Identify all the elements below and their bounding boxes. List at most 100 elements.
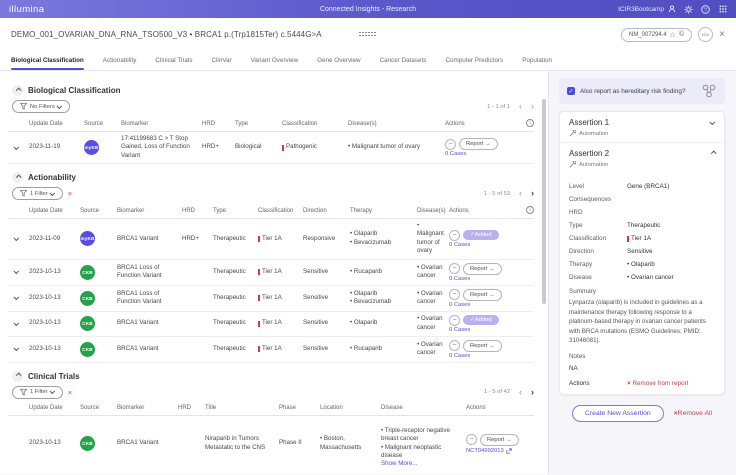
copy-info-icon[interactable]: © xyxy=(679,31,684,38)
pedigree-icon xyxy=(701,84,717,98)
expand-row-icon[interactable] xyxy=(8,270,26,274)
hrd-value xyxy=(627,209,715,216)
clinical-trials-filter-chip[interactable]: 1 Filter xyxy=(12,386,63,399)
next-page-icon[interactable]: › xyxy=(531,102,534,111)
trial-id-link[interactable]: NCT04992013 xyxy=(466,448,534,454)
tab-clinvar[interactable]: ClinVar xyxy=(211,51,231,70)
apps-grid-icon[interactable] xyxy=(718,5,727,14)
expand-row-icon[interactable] xyxy=(8,296,26,300)
source-badge-ckb[interactable]: CKB xyxy=(80,316,95,331)
report-button[interactable]: Report xyxy=(463,263,502,275)
remove-row-button[interactable]: − xyxy=(449,340,460,351)
drag-handle[interactable] xyxy=(359,32,377,38)
prev-page-icon[interactable]: ‹ xyxy=(519,388,522,397)
cases-link[interactable]: 0 Cases xyxy=(445,151,519,157)
tab-cancer-datasets[interactable]: Cancer Datasets xyxy=(380,51,427,70)
report-button[interactable]: Report xyxy=(463,289,502,301)
remove-all-link[interactable]: Remove All xyxy=(674,410,712,417)
hrd-label: HRD xyxy=(569,209,627,216)
actions-label: Actions xyxy=(569,380,627,387)
collapse-biological-button[interactable] xyxy=(12,85,23,96)
tab-computer-predictors[interactable]: Computer Predictors xyxy=(445,51,503,70)
close-icon[interactable]: × xyxy=(719,30,725,40)
biological-filter-chip[interactable]: No Filters xyxy=(12,100,70,113)
expand-row-icon[interactable] xyxy=(8,146,26,150)
clear-filter-icon[interactable]: × xyxy=(68,189,72,198)
added-button[interactable]: Added xyxy=(463,315,499,325)
remove-row-button[interactable]: − xyxy=(449,230,460,241)
expand-row-icon[interactable] xyxy=(8,237,26,241)
assertion-1-header[interactable]: Assertion 1 Automation xyxy=(560,112,724,143)
filter-label: 1 Filter xyxy=(30,389,48,395)
source-badge-ckb[interactable]: CKB xyxy=(80,342,95,357)
biological-pagination: 1 - 1 of 1 xyxy=(487,104,510,110)
hereditary-question: Also report as hereditary risk finding? xyxy=(580,88,696,95)
added-button[interactable]: Added xyxy=(463,230,499,240)
settings-gear-icon[interactable] xyxy=(684,5,693,14)
igv-button[interactable]: IGV xyxy=(698,27,713,42)
help-icon[interactable]: ? xyxy=(701,5,710,14)
classification-severity-bar xyxy=(258,346,260,352)
transcript-pill[interactable]: NM_007294.4 ☆ © xyxy=(621,28,692,42)
classification-severity-bar xyxy=(258,321,260,327)
tab-gene-overview[interactable]: Gene Overview xyxy=(317,51,360,70)
direction-value: Sensitive xyxy=(627,248,715,255)
actionability-filter-chip[interactable]: 1 Filter xyxy=(12,187,63,200)
top-nav-bar: illumina Connected Insights - Research I… xyxy=(0,0,736,18)
source-badge-ckb[interactable]: CKB xyxy=(80,436,95,451)
show-more-link[interactable]: Show More... xyxy=(381,460,417,467)
assertion-2-header[interactable]: Assertion 2 Automation xyxy=(560,143,724,173)
remove-row-button[interactable]: − xyxy=(445,139,456,150)
hereditary-checkbox[interactable] xyxy=(567,87,575,95)
clear-filter-icon[interactable]: × xyxy=(68,388,72,397)
remove-from-report-link[interactable]: Remove from report xyxy=(627,380,715,387)
collapse-actionability-button[interactable] xyxy=(12,172,23,183)
assertion-1-tag: Automation xyxy=(579,131,608,137)
tab-biological-classification[interactable]: Biological Classification xyxy=(11,51,84,70)
therapy-value: • Olaparib xyxy=(627,261,715,268)
remove-row-button[interactable]: − xyxy=(466,434,477,445)
tab-population[interactable]: Population xyxy=(522,51,552,70)
next-page-icon[interactable]: › xyxy=(531,189,534,198)
source-badge-mykb[interactable]: myKB xyxy=(80,231,95,246)
collapse-clinical-trials-button[interactable] xyxy=(12,371,23,382)
report-button[interactable]: Report xyxy=(480,434,519,446)
report-button[interactable]: Report xyxy=(459,138,498,150)
hereditary-risk-box: Also report as hereditary risk finding? xyxy=(559,78,725,104)
notes-value: NA xyxy=(569,365,715,372)
prev-page-icon[interactable]: ‹ xyxy=(519,102,522,111)
cases-link[interactable]: 0 Cases xyxy=(449,276,519,282)
cases-link[interactable]: 0 Cases xyxy=(449,242,519,248)
tab-actionability[interactable]: Actionability xyxy=(103,51,137,70)
remove-row-button[interactable]: − xyxy=(449,263,460,274)
consequences-value xyxy=(627,196,715,203)
remove-row-button[interactable]: − xyxy=(449,315,460,326)
notes-label: Notes xyxy=(569,353,715,360)
biological-section-title: Biological Classification xyxy=(28,86,120,95)
classification-label: Classification xyxy=(569,235,627,242)
expand-row-icon[interactable] xyxy=(8,347,26,351)
remove-row-button[interactable]: − xyxy=(449,289,460,300)
next-page-icon[interactable]: › xyxy=(531,388,534,397)
source-badge-ckb[interactable]: CKB xyxy=(80,265,95,280)
prev-page-icon[interactable]: ‹ xyxy=(519,189,522,198)
actionability-pagination: 1 - 5 of 53 xyxy=(484,191,510,197)
info-icon[interactable]: i xyxy=(526,119,534,127)
info-icon[interactable]: i xyxy=(526,206,534,214)
account-menu[interactable]: ICIR3Bootcamp xyxy=(618,5,676,14)
tab-clinical-trials[interactable]: Clinical Trials xyxy=(155,51,192,70)
source-badge-mykb[interactable]: myKB xyxy=(84,140,99,155)
cases-link[interactable]: 0 Cases xyxy=(449,353,519,359)
cases-link[interactable]: 0 Cases xyxy=(449,302,519,308)
expand-row-icon[interactable] xyxy=(8,322,26,326)
type-label: Type xyxy=(569,222,627,229)
assertion-1-title: Assertion 1 xyxy=(569,118,715,127)
create-new-assertion-button[interactable]: Create New Assertion xyxy=(572,405,664,422)
source-badge-ckb[interactable]: CKB xyxy=(80,291,95,306)
report-button[interactable]: Report xyxy=(463,340,502,352)
cases-link[interactable]: 0 Cases xyxy=(449,327,519,333)
star-icon[interactable]: ☆ xyxy=(670,31,676,39)
filter-label: No Filters xyxy=(30,104,55,110)
vertical-scrollbar[interactable] xyxy=(542,99,546,304)
tab-variant-overview[interactable]: Variant Overview xyxy=(251,51,298,70)
